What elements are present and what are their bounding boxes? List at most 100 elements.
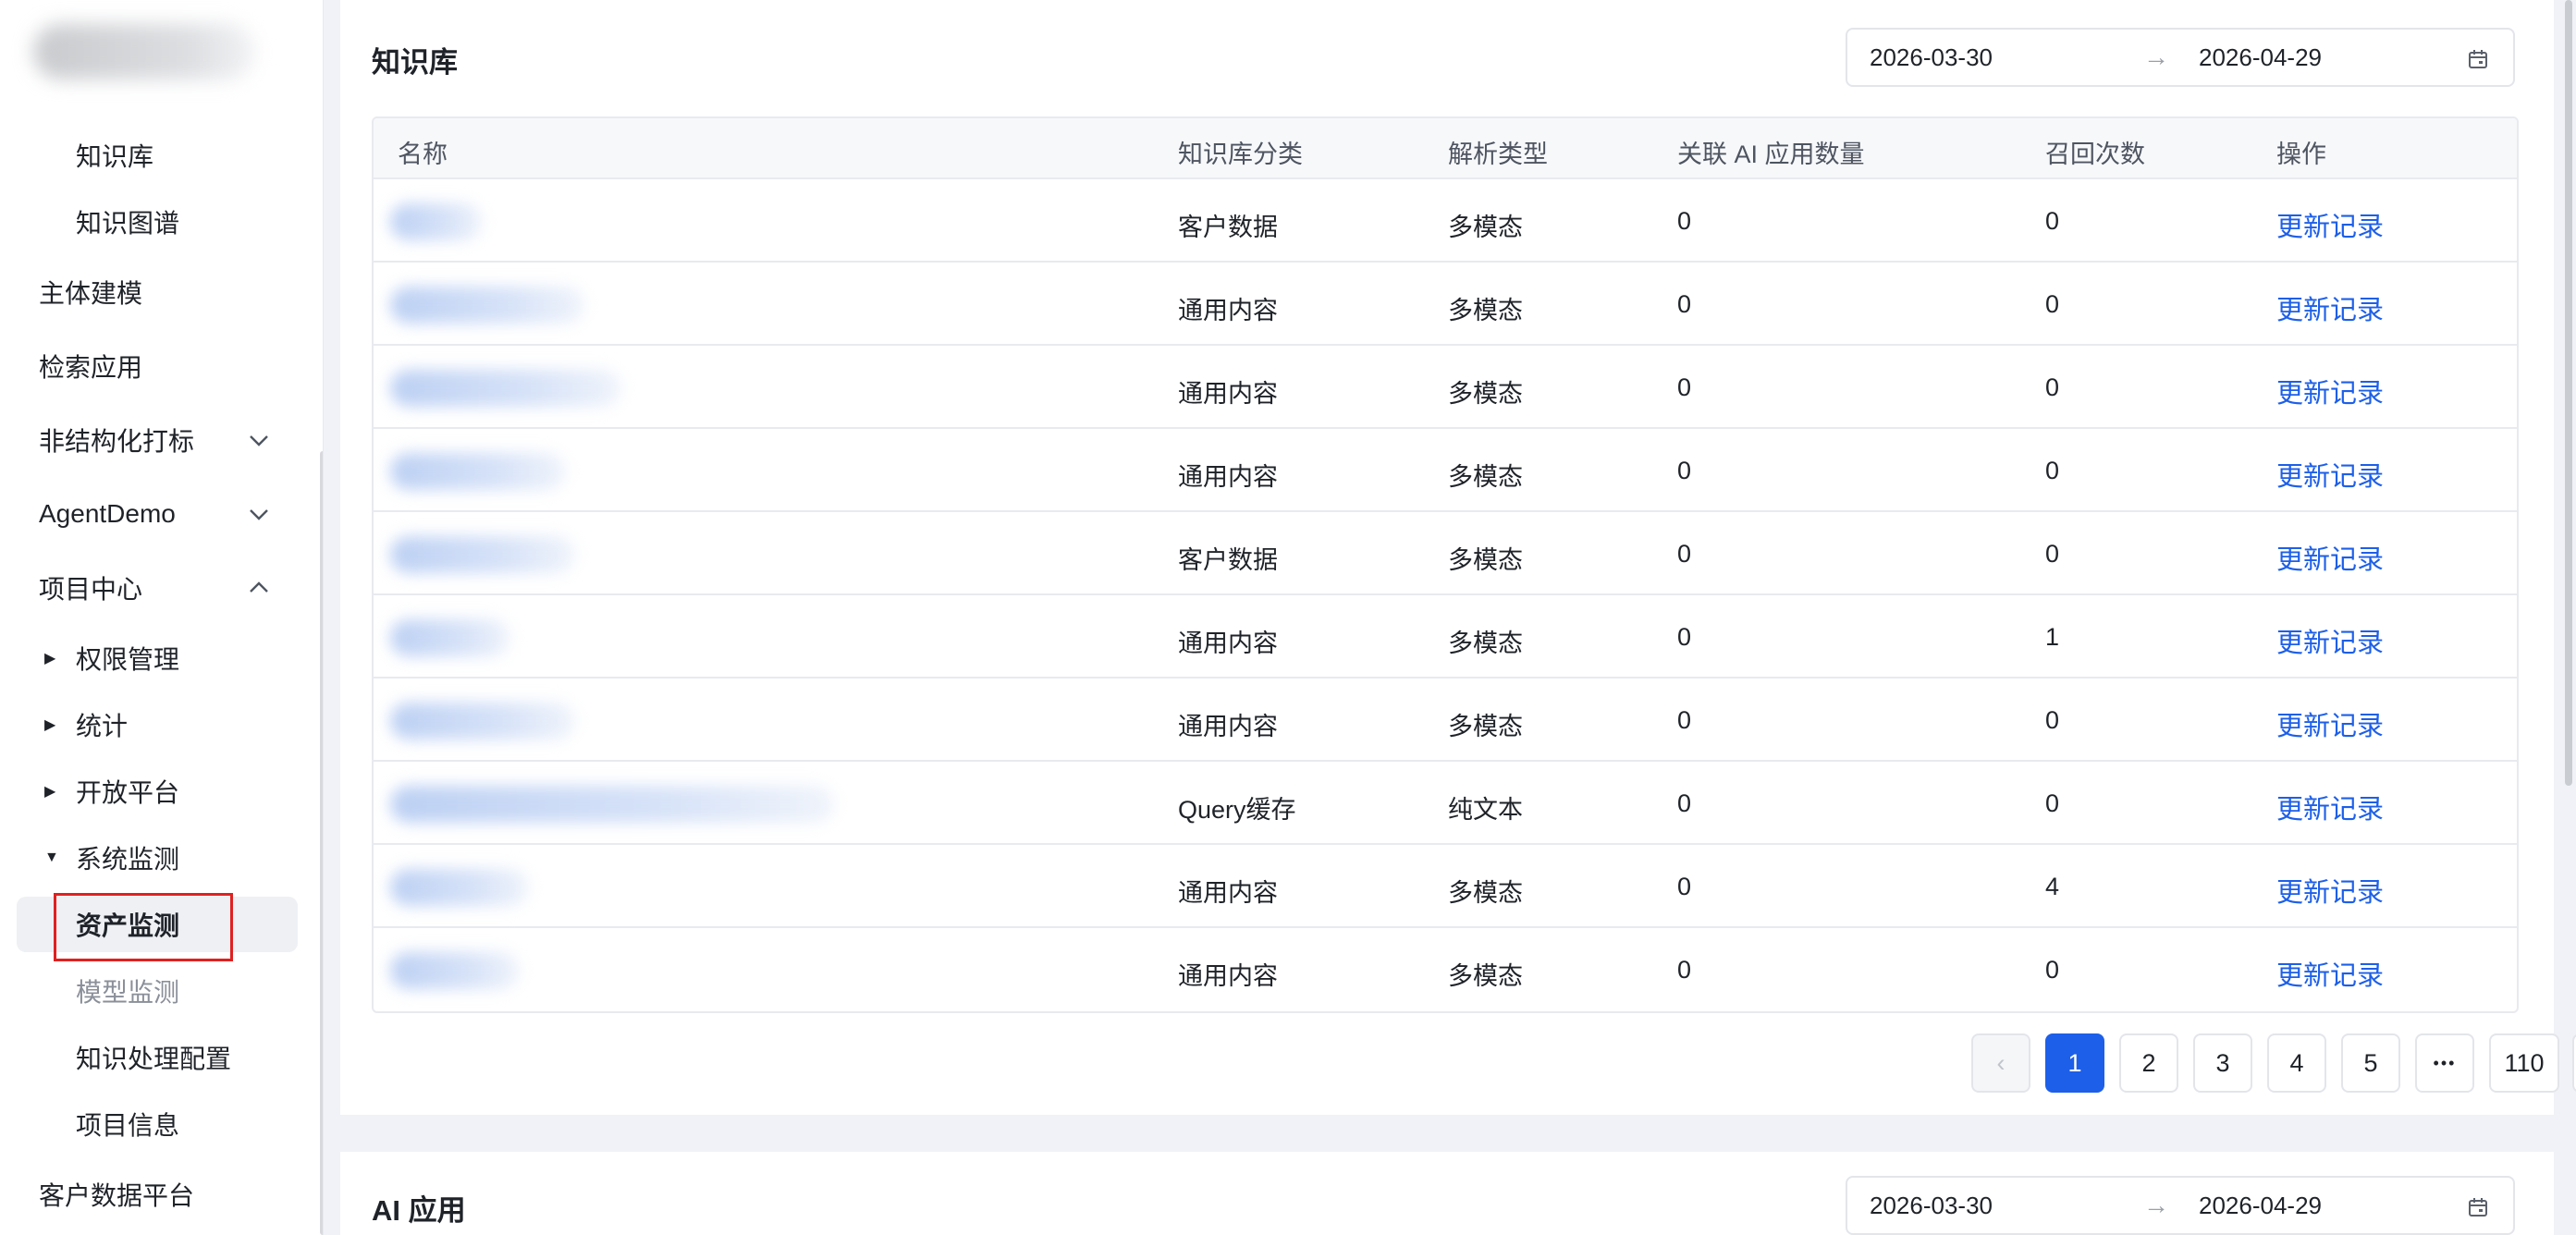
cell-category: 客户数据 [1178,214,1278,241]
sidebar-item-project-center[interactable]: 项目中心 [0,560,323,616]
sidebar-item-project-info[interactable]: 项目信息 [0,1096,323,1152]
cell-ai-apps: 0 [1677,457,1692,484]
ai-app-card: AI 应用 2026-03-30 → 2026-04-29 [340,1152,2554,1235]
cell-recalls: 0 [2045,457,2060,484]
date-end[interactable]: 2026-04-29 [2199,1192,2322,1220]
sidebar-item-entity-modeling[interactable]: 主体建模 [0,264,323,320]
sidebar-item-label: 项目信息 [76,1111,180,1140]
more-pages-button[interactable]: ••• [2415,1033,2474,1093]
page-button-4[interactable]: 4 [2267,1033,2326,1093]
cell-ai-apps: 0 [1677,706,1692,734]
update-record-link[interactable]: 更新记录 [2276,288,2384,327]
sidebar-item-label: AgentDemo [39,499,176,528]
table-row: 通用内容 多模态 0 0 更新记录 [374,429,2517,512]
table-row: 客户数据 多模态 0 0 更新记录 [374,512,2517,595]
cell-parse-type: 多模态 [1448,463,1523,491]
sidebar-item-system-monitoring[interactable]: ▼ 系统监测 [0,830,323,886]
sidebar-item-label: 知识处理配置 [76,1045,232,1073]
sidebar-item-knowledge-base[interactable]: 知识库 [0,128,323,183]
date-start[interactable]: 2026-03-30 [1870,43,1993,72]
page-button-last[interactable]: 110 [2489,1033,2559,1093]
name-blurred [390,703,575,740]
next-page-button[interactable]: › [2572,1033,2576,1093]
page-scrollbar[interactable] [2565,0,2572,786]
sidebar-item-label: 主体建模 [39,279,143,308]
cell-parse-type: 多模态 [1448,380,1523,408]
page-button-2[interactable]: 2 [2119,1033,2178,1093]
sidebar-item-customer-data-platform[interactable]: 客户数据平台 [0,1167,323,1222]
cell-parse-type: 多模态 [1448,962,1523,990]
sidebar-item-statistics[interactable]: ▶ 统计 [0,697,323,752]
cell-recalls: 0 [2045,706,2060,734]
date-start[interactable]: 2026-03-30 [1870,1192,1993,1220]
update-record-link[interactable]: 更新记录 [2276,455,2384,494]
name-blurred [390,869,529,906]
cell-parse-type: 纯文本 [1448,796,1523,824]
sidebar: 知识库 知识图谱 主体建模 检索应用 非结构化打标 AgentDemo 项目中心… [0,0,324,1235]
page-button-3[interactable]: 3 [2193,1033,2252,1093]
date-end[interactable]: 2026-04-29 [2199,43,2322,72]
calendar-icon[interactable] [2467,48,2489,70]
selection-highlight-box [54,893,233,961]
sidebar-item-label: 统计 [76,712,129,740]
name-blurred [390,619,510,656]
cell-recalls: 1 [2045,623,2060,651]
update-record-link[interactable]: 更新记录 [2276,871,2384,910]
update-record-link[interactable]: 更新记录 [2276,788,2384,826]
update-record-link[interactable]: 更新记录 [2276,538,2384,577]
page-button-5[interactable]: 5 [2341,1033,2400,1093]
cell-ai-apps: 0 [1677,540,1692,568]
cell-category: 通用内容 [1178,879,1278,907]
calendar-icon[interactable] [2467,1196,2489,1218]
name-blurred [390,952,520,989]
table-row: Query缓存 纯文本 0 0 更新记录 [374,762,2517,845]
column-header-parse-type: 解析类型 [1448,141,1548,168]
cell-ai-apps: 0 [1677,789,1692,817]
update-record-link[interactable]: 更新记录 [2276,372,2384,410]
sidebar-item-model-monitoring[interactable]: 模型监测 [0,963,323,1019]
cell-category: 通用内容 [1178,463,1278,491]
card-title: 知识库 [372,46,458,79]
cell-ai-apps: 0 [1677,956,1692,984]
name-blurred [390,287,584,324]
card-title: AI 应用 [372,1194,466,1227]
cell-category: 通用内容 [1178,962,1278,990]
table-row: 通用内容 多模态 0 4 更新记录 [374,845,2517,928]
page-button-1[interactable]: 1 [2045,1033,2104,1093]
cell-ai-apps: 0 [1677,207,1692,235]
sidebar-item-knowledge-processing-config[interactable]: 知识处理配置 [0,1030,323,1085]
caret-right-icon: ▶ [44,651,56,666]
cell-ai-apps: 0 [1677,623,1692,651]
cell-recalls: 0 [2045,540,2060,568]
sidebar-item-label: 知识图谱 [76,209,180,238]
cell-recalls: 4 [2045,873,2060,900]
date-range-picker[interactable]: 2026-03-30 → 2026-04-29 [1846,1176,2515,1235]
name-blurred [390,536,575,573]
sidebar-item-label: 检索应用 [39,353,143,382]
sidebar-item-agentdemo[interactable]: AgentDemo [0,486,323,542]
date-range-picker[interactable]: 2026-03-30 → 2026-04-29 [1846,28,2515,87]
sidebar-item-unstructured-tagging[interactable]: 非结构化打标 [0,412,323,468]
sidebar-item-search-app[interactable]: 检索应用 [0,338,323,394]
cell-recalls: 0 [2045,290,2060,318]
prev-page-button[interactable]: ‹ [1971,1033,2030,1093]
sidebar-item-label: 知识库 [76,142,154,171]
update-record-link[interactable]: 更新记录 [2276,621,2384,660]
column-header-recalls: 召回次数 [2045,141,2145,168]
cell-recalls: 0 [2045,789,2060,817]
cell-parse-type: 多模态 [1448,214,1523,241]
cell-category: 通用内容 [1178,297,1278,324]
logo-blurred [33,24,255,79]
update-record-link[interactable]: 更新记录 [2276,205,2384,244]
cell-category: 客户数据 [1178,546,1278,574]
table-row: 通用内容 多模态 0 1 更新记录 [374,595,2517,679]
sidebar-item-permissions[interactable]: ▶ 权限管理 [0,630,323,686]
sidebar-item-open-platform[interactable]: ▶ 开放平台 [0,764,323,819]
sidebar-item-knowledge-graph[interactable]: 知识图谱 [0,194,323,250]
sidebar-item-label: 项目中心 [39,575,143,604]
cell-category: 通用内容 [1178,630,1278,657]
table-row: 客户数据 多模态 0 0 更新记录 [374,179,2517,263]
update-record-link[interactable]: 更新记录 [2276,954,2384,993]
update-record-link[interactable]: 更新记录 [2276,704,2384,743]
column-header-ai-apps: 关联 AI 应用数量 [1677,141,1865,168]
